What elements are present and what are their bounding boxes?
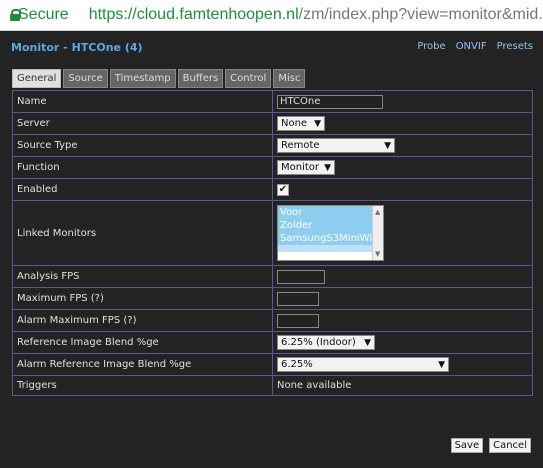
reference-blend-label: Reference Image Blend %ge: [13, 332, 273, 353]
table-row: Analysis FPS: [13, 266, 532, 288]
analysis-fps-input[interactable]: [277, 269, 325, 284]
alarm-maximum-fps-input[interactable]: [277, 313, 319, 328]
table-row: Triggers None available: [13, 376, 532, 395]
table-row: Alarm Maximum FPS (?): [13, 310, 532, 332]
table-row: Enabled ✔: [13, 179, 532, 201]
name-input[interactable]: [277, 94, 383, 109]
triggers-value: None available: [277, 380, 352, 391]
table-row: Name: [13, 91, 532, 113]
tab-general[interactable]: General: [12, 69, 62, 88]
scrollbar[interactable]: ▲ ▼: [372, 206, 383, 260]
table-row: Reference Image Blend %ge 6.25% (Indoor)…: [13, 332, 532, 354]
monitor-settings-table: Name Server None ▼ Source Type Remote ▼ Fu…: [12, 90, 533, 396]
page-title: Monitor - HTCOne (4): [11, 41, 143, 54]
list-item[interactable]: Voor: [278, 206, 372, 219]
reference-blend-select[interactable]: 6.25% (Indoor) ▼: [277, 335, 375, 350]
chevron-down-icon: ▼: [324, 162, 331, 173]
triggers-label: Triggers: [13, 376, 273, 395]
scroll-up-icon[interactable]: ▲: [375, 208, 380, 216]
server-select-value: None: [281, 118, 308, 129]
maximum-fps-input[interactable]: [277, 291, 319, 306]
chevron-down-icon: ▼: [384, 140, 391, 151]
list-item[interactable]: SamsungS3MiniWit: [278, 232, 376, 245]
chevron-down-icon: ▼: [438, 359, 445, 370]
alarm-reference-blend-select-value: 6.25%: [281, 359, 313, 370]
save-button[interactable]: Save: [450, 438, 484, 453]
enabled-checkbox[interactable]: ✔: [277, 183, 289, 196]
server-label: Server: [13, 113, 273, 134]
tab-misc[interactable]: Misc: [273, 69, 306, 88]
reference-blend-select-value: 6.25% (Indoor): [281, 337, 356, 348]
app-content: Monitor - HTCOne (4) Probe ONVIF Presets…: [0, 31, 543, 468]
header-links: Probe ONVIF Presets: [417, 41, 533, 52]
function-select-value: Monitor: [281, 162, 320, 173]
table-row: Maximum FPS (?): [13, 288, 532, 310]
table-row: Function Monitor ▼: [13, 157, 532, 179]
analysis-fps-label: Analysis FPS: [13, 266, 273, 287]
form-actions: Save Cancel: [450, 438, 531, 453]
enabled-label: Enabled: [13, 179, 273, 200]
list-item[interactable]: Zolder: [278, 219, 372, 232]
source-type-label: Source Type: [13, 135, 273, 156]
source-type-select[interactable]: Remote ▼: [277, 138, 395, 153]
linked-monitors-label: Linked Monitors: [13, 201, 273, 265]
chevron-down-icon: ▼: [314, 118, 321, 129]
url-text[interactable]: https://cloud.famtenhoopen.nl/zm/index.p…: [89, 6, 543, 24]
table-row: Alarm Reference Image Blend %ge 6.25% ▼: [13, 354, 532, 376]
tab-source[interactable]: Source: [63, 69, 108, 88]
url-path: /zm/index.php?view=monitor&mid...: [298, 6, 543, 23]
tab-control[interactable]: Control: [225, 69, 272, 88]
presets-link[interactable]: Presets: [497, 41, 533, 52]
table-row: Source Type Remote ▼: [13, 135, 532, 157]
browser-address-bar[interactable]: Secure https://cloud.famtenhoopen.nl/zm/…: [0, 0, 543, 31]
alarm-maximum-fps-label: Alarm Maximum FPS (?): [13, 310, 273, 331]
tab-buffers[interactable]: Buffers: [177, 69, 224, 88]
cancel-button[interactable]: Cancel: [489, 438, 531, 453]
probe-link[interactable]: Probe: [417, 41, 445, 52]
function-select[interactable]: Monitor ▼: [277, 160, 335, 175]
linked-monitors-select[interactable]: Voor Zolder SamsungS3MiniWit ▲ ▼: [277, 205, 384, 261]
alarm-reference-blend-select[interactable]: 6.25% ▼: [277, 357, 449, 372]
linked-monitors-options: Voor Zolder SamsungS3MiniWit: [278, 206, 376, 252]
maximum-fps-label: Maximum FPS (?): [13, 288, 273, 309]
table-row: Linked Monitors Voor Zolder SamsungS3Min…: [13, 201, 532, 266]
scroll-down-icon[interactable]: ▼: [375, 250, 380, 258]
chevron-down-icon: ▼: [364, 337, 371, 348]
source-type-select-value: Remote: [281, 140, 320, 151]
url-host: https://cloud.famtenhoopen.nl: [88, 6, 299, 23]
server-select[interactable]: None ▼: [277, 116, 325, 131]
tab-bar: General Source Timestamp Buffers Control…: [12, 69, 306, 88]
alarm-reference-blend-label: Alarm Reference Image Blend %ge: [13, 354, 273, 375]
secure-label: Secure: [18, 6, 69, 23]
function-label: Function: [13, 157, 273, 178]
table-row: Server None ▼: [13, 113, 532, 135]
onvif-link[interactable]: ONVIF: [456, 41, 487, 52]
name-label: Name: [13, 91, 273, 112]
tab-timestamp[interactable]: Timestamp: [109, 69, 176, 88]
